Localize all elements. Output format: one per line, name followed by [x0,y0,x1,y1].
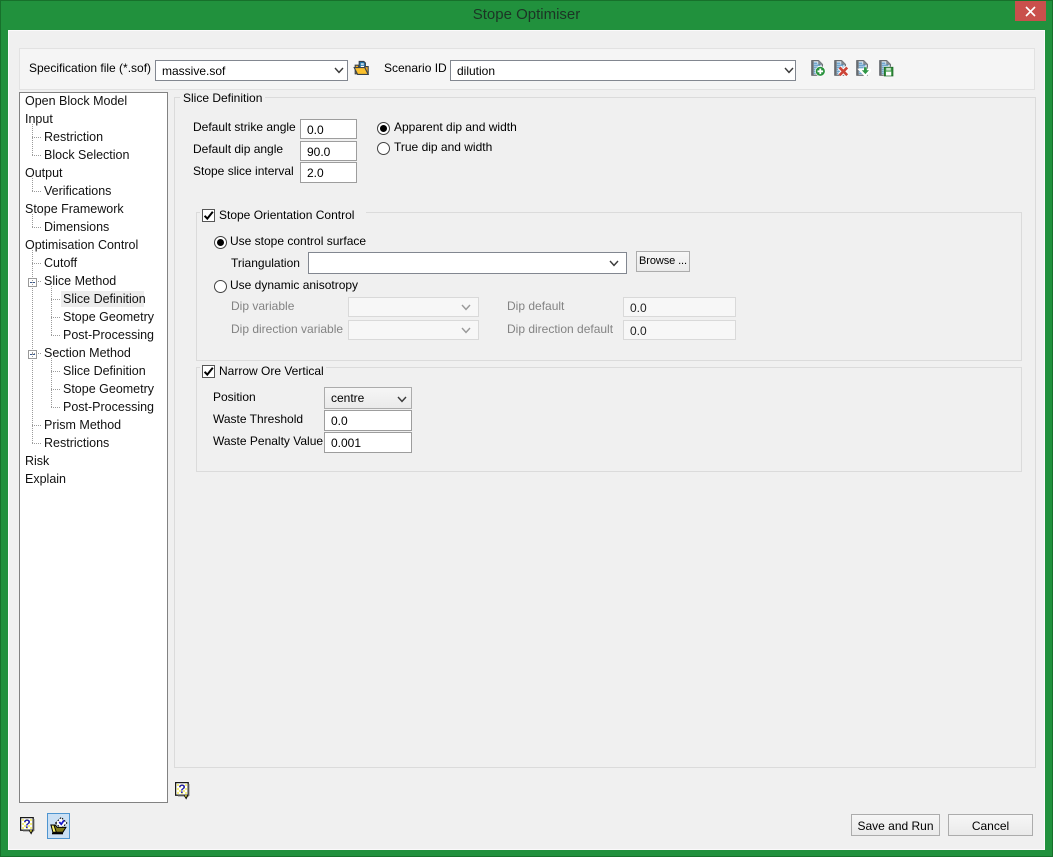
svg-text:?: ? [178,782,185,796]
svg-text:?: ? [23,817,30,831]
